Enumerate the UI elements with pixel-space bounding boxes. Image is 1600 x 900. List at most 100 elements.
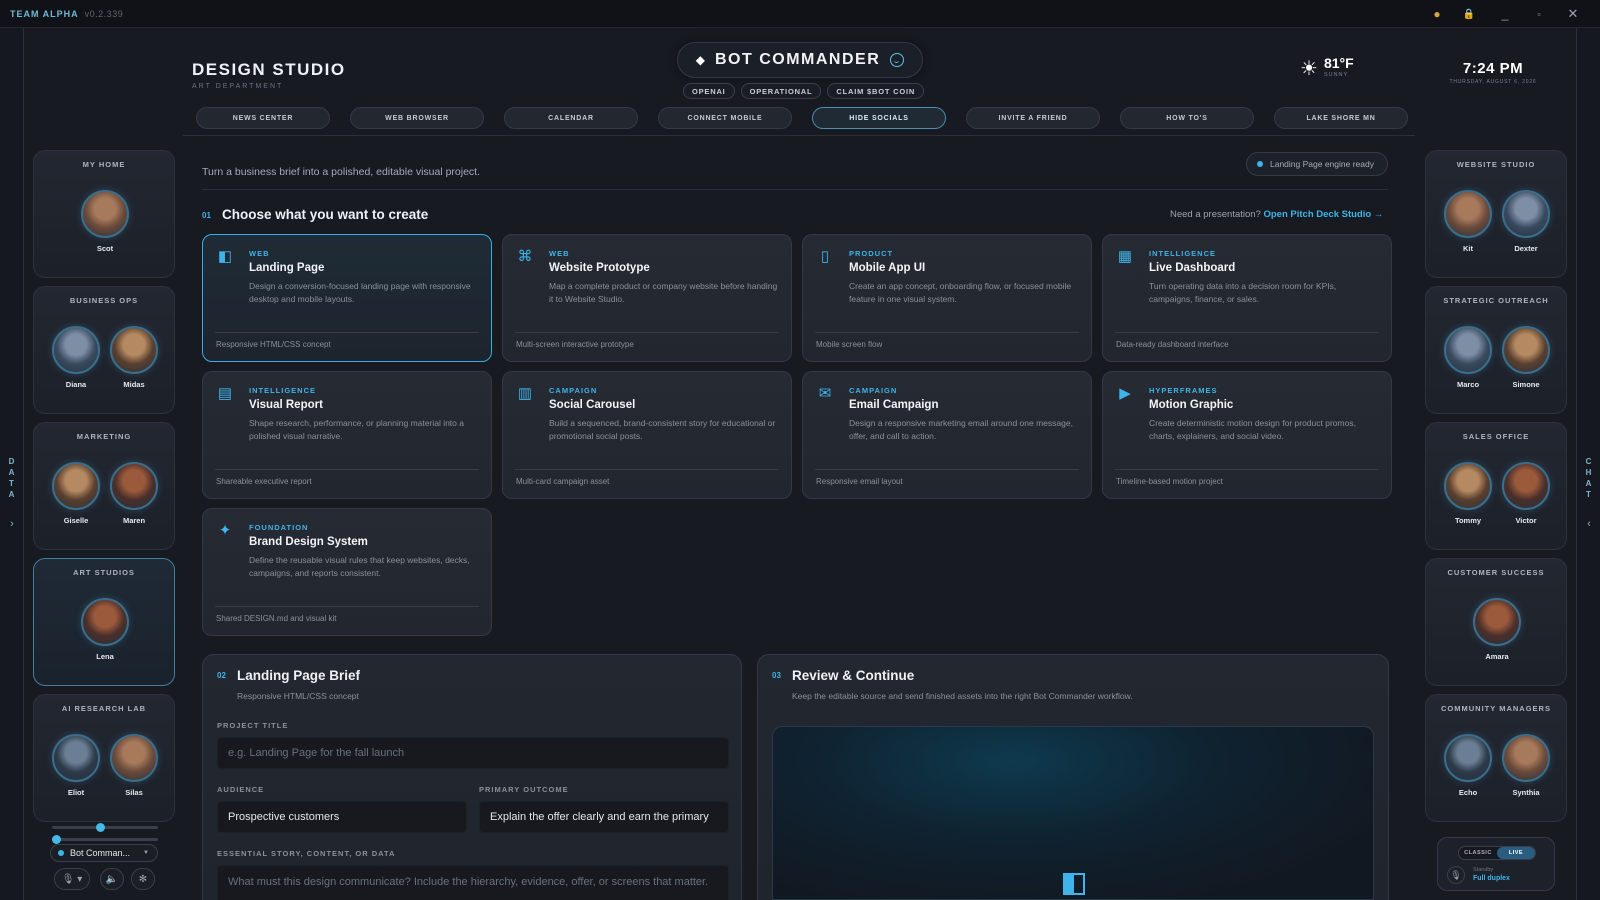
- project-card[interactable]: ▥ CAMPAIGN Social Carousel Build a sequence…: [502, 371, 792, 499]
- nav-button[interactable]: WEB BROWSER: [350, 107, 484, 129]
- project-card[interactable]: ▤ INTELLIGENCE Visual Report Shape research…: [202, 371, 492, 499]
- expand-right-icon[interactable]: ‹: [1577, 518, 1600, 530]
- card-description: Create deterministic motion design for p…: [1149, 418, 1356, 441]
- card-title: Landing Page: [249, 262, 325, 274]
- avatar[interactable]: [110, 462, 158, 510]
- avatar[interactable]: [1444, 734, 1492, 782]
- audience-input[interactable]: Prospective customers: [217, 801, 467, 833]
- chat-drawer-label: C H A T: [1585, 457, 1593, 499]
- avatar[interactable]: [1502, 462, 1550, 510]
- project-card[interactable]: ✦ FOUNDATION Brand Design System Define the…: [202, 508, 492, 636]
- pitch-deck-hint: Need a presentation? Open Pitch Deck Stu…: [1170, 209, 1383, 220]
- maximize-button[interactable]: ▫: [1522, 0, 1556, 28]
- close-button[interactable]: ✕: [1556, 0, 1590, 28]
- card-format: Timeline-based motion project: [1116, 477, 1223, 486]
- project-card[interactable]: ⌘ WEB Website Prototype Map a complete prod…: [502, 234, 792, 362]
- team-card[interactable]: MY HOME Scot: [33, 150, 175, 278]
- project-card[interactable]: ▯ PRODUCT Mobile App UI Create an app conce…: [802, 234, 1092, 362]
- avatar[interactable]: [110, 326, 158, 374]
- pitch-deck-link[interactable]: Open Pitch Deck Studio →: [1263, 209, 1383, 220]
- chat-drawer-edge[interactable]: C H A T ‹: [1576, 28, 1600, 900]
- nav-button[interactable]: HIDE SOCIALS: [812, 107, 946, 129]
- mic-button[interactable]: 🎙 ▾: [54, 868, 90, 890]
- avatar[interactable]: [52, 734, 100, 782]
- voice-mode-widget: CLASSIC LIVE 🎙 Standby Full duplex: [1437, 837, 1555, 891]
- avatar[interactable]: [52, 462, 100, 510]
- avatar-name: Dexter: [1514, 244, 1538, 253]
- nav-button[interactable]: CALENDAR: [504, 107, 638, 129]
- card-title: Brand Design System: [249, 536, 368, 548]
- nav-button[interactable]: CONNECT MOBILE: [658, 107, 792, 129]
- card-description: Design a responsive marketing email arou…: [849, 418, 1073, 441]
- live-mode-option[interactable]: LIVE: [1497, 847, 1535, 859]
- minimize-button[interactable]: _: [1488, 0, 1522, 28]
- smile-icon: [890, 53, 905, 67]
- expand-left-icon[interactable]: ›: [0, 518, 24, 530]
- settings-button[interactable]: ✻: [131, 868, 155, 890]
- team-card[interactable]: COMMUNITY MANAGERS Echo Synthia: [1425, 694, 1567, 822]
- team-card[interactable]: MARKETING Giselle Maren: [33, 422, 175, 550]
- engine-status: Landing Page engine ready: [1246, 152, 1388, 176]
- project-card[interactable]: ▶ HYPERFRAMES Motion Graphic Create determi…: [1102, 371, 1392, 499]
- bot-selector[interactable]: Bot Comman... ▼: [50, 844, 158, 862]
- avatar[interactable]: [1502, 190, 1550, 238]
- pill-provider[interactable]: OPENAI: [683, 83, 735, 99]
- avatar-name: Maren: [122, 516, 146, 525]
- team-card[interactable]: CUSTOMER SUCCESS Amara: [1425, 558, 1567, 686]
- card-category: CAMPAIGN: [549, 386, 598, 395]
- avatar[interactable]: [81, 598, 129, 646]
- classic-mode-option[interactable]: CLASSIC: [1459, 847, 1497, 859]
- avatar[interactable]: [1473, 598, 1521, 646]
- lock-icon[interactable]: 🔒: [1452, 0, 1486, 28]
- nav-button[interactable]: NEWS CENTER: [196, 107, 330, 129]
- speed-slider[interactable]: [52, 835, 158, 844]
- avatar[interactable]: [1502, 326, 1550, 374]
- card-format: Mobile screen flow: [816, 340, 883, 349]
- card-divider: [1115, 332, 1379, 333]
- version: v0.2.339: [84, 8, 124, 19]
- preview-canvas[interactable]: [772, 726, 1374, 900]
- team-card[interactable]: STRATEGIC OUTREACH Marco Simone: [1425, 286, 1567, 414]
- data-drawer-edge[interactable]: D A T A ›: [0, 28, 24, 900]
- speaker-button[interactable]: 🔈: [100, 868, 124, 890]
- team-card[interactable]: ART STUDIOS Lena: [33, 558, 175, 686]
- team-card[interactable]: BUSINESS OPS Diana Midas: [33, 286, 175, 414]
- project-card[interactable]: ✉ CAMPAIGN Email Campaign Design a responsi…: [802, 371, 1092, 499]
- card-title: Social Carousel: [549, 399, 636, 411]
- team-card[interactable]: AI RESEARCH LAB Eliot Silas: [33, 694, 175, 822]
- data-drawer-label: D A T A: [8, 457, 16, 499]
- team-card[interactable]: WEBSITE STUDIO Kit Dexter: [1425, 150, 1567, 278]
- project-card[interactable]: ◧ WEB Landing Page Design a conversion-focu…: [202, 234, 492, 362]
- layout-icon: ◧: [217, 248, 233, 265]
- nav-button[interactable]: HOW TO'S: [1120, 107, 1254, 129]
- card-category: HYPERFRAMES: [1149, 386, 1218, 395]
- team-card[interactable]: SALES OFFICE Tommy Victor: [1425, 422, 1567, 550]
- pill-claim-coin[interactable]: CLAIM $BOT COIN: [827, 83, 925, 99]
- nav-button[interactable]: LAKE SHORE MN: [1274, 107, 1408, 129]
- slider-knob[interactable]: [52, 835, 61, 844]
- mic-icon[interactable]: 🎙: [1447, 866, 1465, 884]
- outcome-input[interactable]: Explain the offer clearly and earn the p…: [479, 801, 729, 833]
- command-icon: ⌘: [517, 248, 533, 265]
- story-textarea[interactable]: What must this design communicate? Inclu…: [217, 865, 729, 900]
- nav-button[interactable]: INVITE A FRIEND: [966, 107, 1100, 129]
- avatar[interactable]: [52, 326, 100, 374]
- team-title: COMMUNITY MANAGERS: [1441, 704, 1551, 713]
- avatar[interactable]: [1444, 326, 1492, 374]
- theme-icon[interactable]: ●: [1420, 0, 1454, 28]
- avatar[interactable]: [110, 734, 158, 782]
- bot-commander-badge[interactable]: ◆ BOT COMMANDER: [677, 42, 923, 78]
- avatar[interactable]: [81, 190, 129, 238]
- voice-mode-toggle[interactable]: CLASSIC LIVE: [1458, 846, 1536, 860]
- slider-knob[interactable]: [96, 823, 105, 832]
- avatar-name: Diana: [65, 380, 87, 389]
- pill-status[interactable]: OPERATIONAL: [740, 83, 822, 99]
- chevron-down-icon: ▼: [143, 850, 149, 856]
- volume-slider[interactable]: [52, 823, 158, 832]
- avatar[interactable]: [1444, 190, 1492, 238]
- avatar[interactable]: [1444, 462, 1492, 510]
- step-number: 03: [772, 671, 781, 680]
- project-card[interactable]: ▦ INTELLIGENCE Live Dashboard Turn operatin…: [1102, 234, 1392, 362]
- avatar[interactable]: [1502, 734, 1550, 782]
- project-title-input[interactable]: e.g. Landing Page for the fall launch: [217, 737, 729, 769]
